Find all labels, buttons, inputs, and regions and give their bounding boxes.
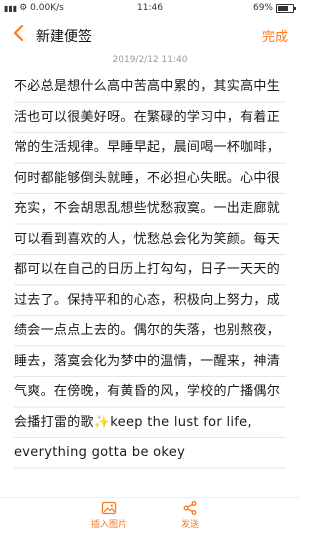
send-label: 发送 (180, 520, 199, 530)
status-bar: ▮▮▮ ⚙ 0.00K/s 11:46 69% (0, 0, 300, 18)
status-right: 69% (252, 3, 296, 13)
insert-image-label: 插入图片 (90, 520, 127, 530)
battery-icon (276, 3, 296, 13)
note-body[interactable]: 不必总是想什么高中苦高中累的，其实高中生活也可以很美好呀。在繁碌的学习中，有着正… (14, 72, 292, 502)
share-icon (183, 501, 197, 515)
back-button[interactable] (8, 22, 30, 44)
header: 新建便签 完成 (0, 18, 300, 50)
page-title: 新建便签 (36, 29, 92, 45)
send-button[interactable]: 发送 (160, 500, 220, 530)
bottom-toolbar: 插入图片 发送 (0, 497, 300, 533)
battery-percent: 69% (252, 3, 273, 13)
note-timestamp: 2019/2/12 11:40 (112, 55, 188, 65)
chevron-left-icon (13, 24, 24, 42)
insert-image-button[interactable]: 插入图片 (79, 500, 139, 530)
image-icon (101, 501, 117, 515)
battery-fill (278, 5, 288, 11)
done-button[interactable]: 完成 (262, 26, 288, 45)
